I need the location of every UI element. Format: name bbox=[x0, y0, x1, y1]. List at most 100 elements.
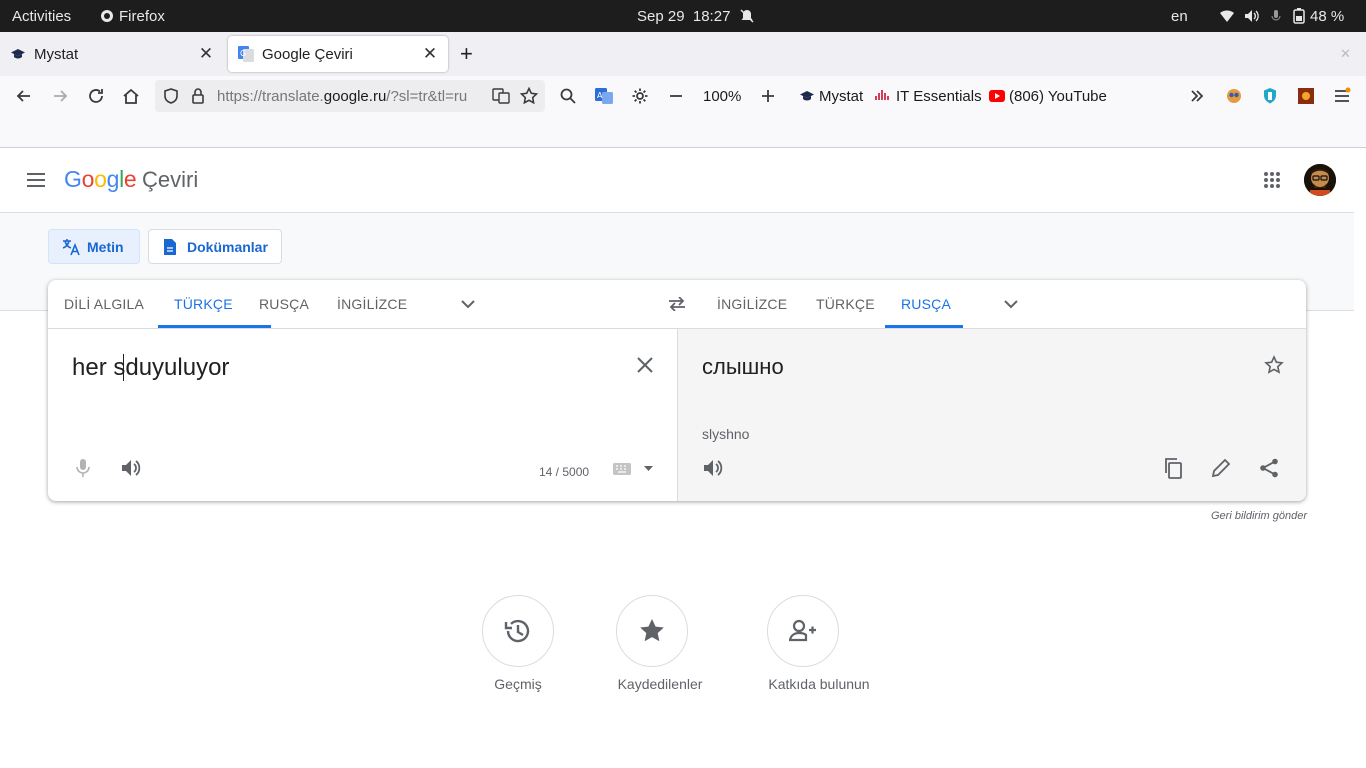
svg-text:A: A bbox=[597, 91, 603, 100]
back-button[interactable] bbox=[12, 84, 36, 108]
translation-output-pane: слышно slyshno bbox=[677, 329, 1306, 501]
reload-icon bbox=[89, 89, 103, 103]
system-status[interactable]: 48 % bbox=[1219, 0, 1344, 32]
window-close-button[interactable]: ✕ bbox=[1336, 36, 1360, 72]
listen-source-icon[interactable] bbox=[119, 456, 143, 480]
close-tab-icon[interactable]: ✕ bbox=[420, 44, 440, 64]
listen-translation-icon[interactable] bbox=[701, 456, 725, 480]
svg-text:G: G bbox=[240, 49, 246, 58]
mystat-favicon-icon bbox=[11, 49, 25, 59]
keyboard-layout[interactable]: en bbox=[1171, 0, 1188, 32]
search-icon bbox=[560, 88, 576, 104]
share-icon[interactable] bbox=[1257, 456, 1281, 480]
more-bookmarks-button[interactable] bbox=[1185, 84, 1209, 108]
main-menu-icon[interactable] bbox=[24, 168, 48, 192]
text-mode-button[interactable]: Metin bbox=[48, 229, 140, 264]
translation-card: DİLİ ALGILA TÜRKÇE RUSÇA İNGİLİZCE İNGİL… bbox=[48, 280, 1306, 501]
contribute-label: Katkıda bulunun bbox=[768, 676, 870, 692]
source-lang-detect[interactable]: DİLİ ALGILA bbox=[64, 280, 144, 328]
copy-icon[interactable] bbox=[1161, 456, 1185, 480]
forward-button[interactable] bbox=[48, 84, 72, 108]
hamburger-menu-icon bbox=[1335, 87, 1351, 102]
settings-button[interactable] bbox=[628, 84, 652, 108]
bookmark-mystat[interactable]: Mystat bbox=[799, 76, 863, 116]
saved-label: Kaydedilenler bbox=[617, 676, 703, 692]
target-lang-turkish[interactable]: TÜRKÇE bbox=[816, 280, 875, 328]
minus-icon bbox=[670, 95, 682, 97]
extension-button-2[interactable] bbox=[1258, 84, 1282, 108]
clear-text-icon[interactable] bbox=[632, 352, 658, 378]
search-button[interactable] bbox=[556, 84, 580, 108]
translate-page-icon[interactable] bbox=[492, 88, 510, 104]
extension-face-icon bbox=[1227, 89, 1241, 103]
zoom-level[interactable]: 100% bbox=[703, 76, 741, 116]
close-tab-icon[interactable]: ✕ bbox=[196, 44, 216, 64]
extension-sun-icon bbox=[1298, 88, 1314, 104]
zoom-out-button[interactable] bbox=[664, 84, 688, 108]
zoom-in-button[interactable] bbox=[756, 84, 780, 108]
extension-shield-icon bbox=[1264, 88, 1276, 104]
battery-percent: 48 % bbox=[1310, 7, 1345, 25]
send-feedback-link[interactable]: Geri bildirim gönder bbox=[1211, 510, 1307, 522]
history-icon bbox=[504, 619, 530, 643]
documents-mode-button[interactable]: Dokümanlar bbox=[148, 229, 282, 264]
new-tab-button[interactable]: + bbox=[454, 36, 486, 72]
volume-icon bbox=[1245, 10, 1259, 22]
plus-icon: + bbox=[460, 41, 473, 66]
bookmark-star-icon[interactable] bbox=[520, 87, 538, 105]
activities-button[interactable]: Activities bbox=[12, 0, 71, 32]
source-lang-russian[interactable]: RUSÇA bbox=[259, 280, 309, 328]
source-textarea[interactable]: her sduyuluyor bbox=[72, 354, 229, 382]
text-cursor bbox=[123, 354, 124, 381]
product-name: Çeviri bbox=[142, 167, 199, 192]
translate-icon bbox=[62, 238, 80, 255]
microphone-icon[interactable] bbox=[71, 456, 95, 480]
translate-extension-button[interactable]: A bbox=[592, 84, 616, 108]
firefox-icon bbox=[101, 10, 113, 22]
gear-icon bbox=[632, 88, 648, 104]
contribute-button[interactable] bbox=[767, 595, 839, 667]
keyboard-icon[interactable] bbox=[612, 461, 632, 477]
extension-button-1[interactable] bbox=[1222, 84, 1246, 108]
input-tools-dropdown-icon[interactable] bbox=[642, 463, 654, 473]
target-lang-english[interactable]: İNGİLİZCE bbox=[717, 280, 787, 328]
microphone-off-icon bbox=[1271, 10, 1281, 21]
google-logo[interactable]: Google bbox=[64, 166, 137, 193]
reload-button[interactable] bbox=[84, 84, 108, 108]
history-label: Geçmiş bbox=[494, 676, 542, 692]
saved-button[interactable] bbox=[616, 595, 688, 667]
system-top-bar: Activities Firefox Sep 29 18:27 en 48 % bbox=[0, 0, 1366, 32]
tracking-protection-icon[interactable] bbox=[163, 88, 179, 104]
star-icon bbox=[640, 619, 664, 642]
extension-button-3[interactable] bbox=[1294, 84, 1318, 108]
address-bar[interactable]: https://translate.google.ru/?sl=tr&tl=ru bbox=[155, 80, 545, 112]
swap-languages-icon[interactable] bbox=[665, 292, 689, 316]
history-button[interactable] bbox=[482, 595, 554, 667]
source-lang-english[interactable]: İNGİLİZCE bbox=[337, 280, 407, 328]
bookmark-it-essentials[interactable]: IT Essentials bbox=[875, 76, 982, 116]
lock-icon[interactable] bbox=[191, 88, 205, 104]
tab-google-translate[interactable]: G Google Çeviri ✕ bbox=[228, 36, 448, 72]
source-lang-turkish[interactable]: TÜRKÇE bbox=[174, 280, 233, 328]
home-icon bbox=[123, 88, 139, 104]
save-translation-star-icon[interactable] bbox=[1262, 353, 1286, 377]
apps-grid-icon[interactable] bbox=[1260, 168, 1284, 192]
avatar[interactable] bbox=[1304, 164, 1336, 196]
google-translate-favicon-icon: G bbox=[238, 46, 254, 62]
target-lang-russian[interactable]: RUSÇA bbox=[901, 280, 951, 328]
transliteration: slyshno bbox=[702, 426, 750, 442]
target-more-languages-icon[interactable] bbox=[999, 292, 1023, 316]
arrow-right-icon bbox=[54, 90, 68, 102]
app-menu[interactable]: Firefox bbox=[100, 0, 165, 32]
app-menu-button[interactable] bbox=[1330, 84, 1354, 108]
mystat-bookmark-icon bbox=[800, 91, 814, 101]
tab-mystat[interactable]: Mystat ✕ bbox=[0, 36, 224, 72]
home-button[interactable] bbox=[119, 84, 143, 108]
source-more-languages-icon[interactable] bbox=[456, 292, 480, 316]
suggest-edit-pencil-icon[interactable] bbox=[1209, 456, 1233, 480]
navigation-toolbar: https://translate.google.ru/?sl=tr&tl=ru… bbox=[0, 76, 1366, 116]
arrow-left-icon bbox=[16, 90, 30, 102]
wifi-icon bbox=[1220, 10, 1234, 22]
bookmark-youtube[interactable]: (806) YouTube bbox=[989, 76, 1107, 116]
clock[interactable]: Sep 29 18:27 bbox=[637, 0, 754, 32]
